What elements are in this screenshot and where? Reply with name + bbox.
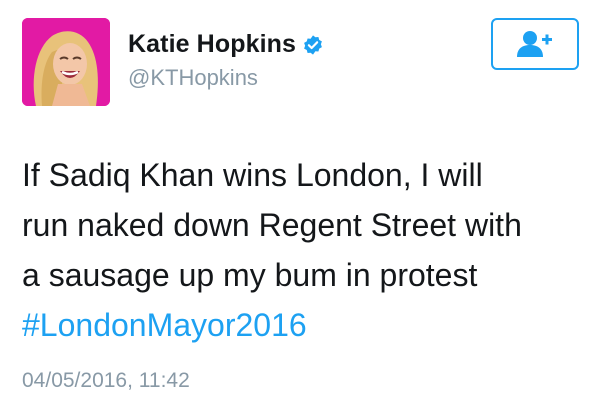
user-info: Katie Hopkins @KTHopkins [128, 30, 324, 91]
tweet-line: run naked down Regent Street with [22, 207, 522, 243]
tweet-line: a sausage up my bum in protest [22, 257, 478, 293]
name-row: Katie Hopkins [128, 30, 324, 59]
tweet-timestamp[interactable]: 04/05/2016, 11:42 [22, 369, 190, 393]
tweet-card: Katie Hopkins @KTHopkins If Sadiq Khan w… [0, 0, 600, 411]
add-user-icon [517, 31, 552, 57]
avatar[interactable] [22, 18, 110, 106]
user-handle[interactable]: @KTHopkins [128, 65, 324, 91]
avatar-image [22, 18, 110, 106]
hashtag-link[interactable]: #LondonMayor2016 [22, 300, 582, 350]
verified-badge-icon [302, 34, 324, 56]
follow-button[interactable] [491, 18, 579, 70]
display-name[interactable]: Katie Hopkins [128, 30, 296, 59]
tweet-line: If Sadiq Khan wins London, I will [22, 157, 483, 193]
tweet-text: If Sadiq Khan wins London, I will run na… [22, 150, 582, 350]
